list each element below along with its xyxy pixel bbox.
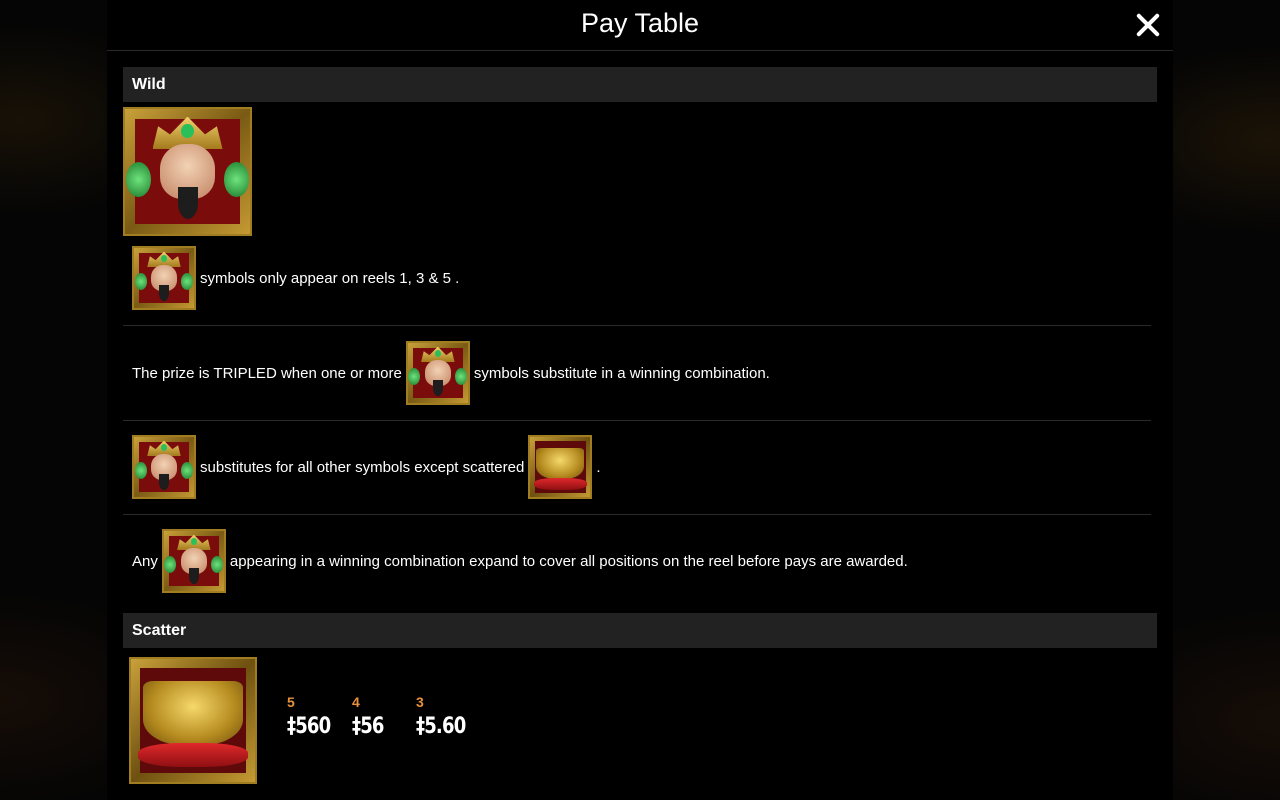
wild-section-label: Wild — [132, 76, 166, 93]
scatter-symbol-icon — [528, 435, 593, 499]
pay-amount: ‡5.60 — [416, 714, 466, 739]
rule-text-after: appearing in a winning combination expan… — [229, 552, 908, 570]
scatter-pay-4: 4 ‡56 — [352, 694, 391, 739]
wild-symbol-icon — [123, 107, 252, 236]
pay-amount: ‡56 — [352, 714, 384, 739]
page-title: Pay Table — [580, 8, 700, 38]
pay-count: 3 — [416, 694, 424, 710]
pay-amount: ‡560 — [287, 714, 331, 739]
scatter-pay-5: 5 ‡560 — [287, 694, 340, 739]
scatter-symbol-icon — [129, 657, 257, 784]
scatter-section-header: Scatter — [123, 613, 1157, 648]
rule-text-before: The prize is TRIPLED when one or more — [132, 364, 402, 382]
wild-rule-expand: Any appearing in a winning combination e… — [123, 514, 1151, 608]
rule-text-after: symbols substitute in a winning combinat… — [473, 364, 770, 382]
pay-count: 5 — [287, 694, 295, 710]
rule-text-after: . — [596, 458, 601, 476]
rule-text: symbols only appear on reels 1, 3 & 5 . — [200, 269, 460, 287]
wild-rule-tripled: The prize is TRIPLED when one or more sy… — [123, 326, 1151, 421]
rule-text-before: Any — [132, 552, 158, 570]
scatter-pay-3: 3 ‡5.60 — [416, 694, 476, 739]
wild-rule-reels: symbols only appear on reels 1, 3 & 5 . — [123, 231, 1151, 326]
wild-symbol-icon — [132, 246, 196, 310]
rule-text-before: substitutes for all other symbols except… — [200, 458, 525, 476]
wild-symbol-icon — [161, 529, 226, 593]
wild-symbol-icon — [405, 341, 470, 405]
wild-symbol-icon — [132, 435, 196, 499]
header: Pay Table — [107, 0, 1173, 51]
close-icon[interactable] — [1131, 8, 1165, 42]
pay-count: 4 — [352, 694, 360, 710]
scatter-section-label: Scatter — [132, 622, 187, 639]
wild-rule-substitutes: substitutes for all other symbols except… — [123, 420, 1151, 515]
wild-section-header: Wild — [123, 67, 1157, 102]
